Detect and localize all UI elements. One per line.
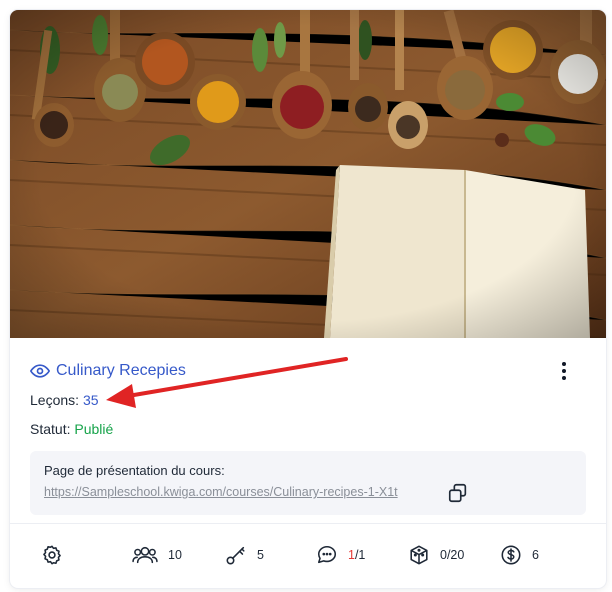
comments-new-count: 1 bbox=[348, 548, 355, 562]
eye-icon bbox=[30, 361, 51, 381]
comments-stat[interactable]: 1/1 bbox=[316, 540, 365, 570]
access-keys-count: 5 bbox=[257, 548, 264, 562]
comments-total-count: /1 bbox=[354, 548, 366, 562]
status-row: Statut: Publié bbox=[30, 421, 113, 437]
status-label: Statut: bbox=[30, 421, 71, 437]
students-count: 10 bbox=[168, 548, 182, 562]
landing-page-url[interactable]: https://Sampleschool.kwiga.com/courses/C… bbox=[44, 485, 434, 499]
more-vertical-icon[interactable] bbox=[554, 359, 574, 383]
chat-icon bbox=[317, 545, 337, 564]
course-card: Culinary Recepies Leçons: 35 Statut: Pub… bbox=[10, 10, 606, 588]
students-stat[interactable]: 10 bbox=[132, 540, 182, 570]
landing-page-label: Page de présentation du cours: bbox=[44, 463, 225, 478]
dollar-icon bbox=[501, 545, 521, 565]
lessons-row: Leçons: 35 bbox=[30, 392, 99, 408]
lessons-label: Leçons: bbox=[30, 392, 80, 408]
divider bbox=[10, 523, 606, 524]
settings-button[interactable] bbox=[41, 540, 63, 570]
key-icon bbox=[226, 546, 245, 565]
landing-page-box: Page de présentation du cours: https://S… bbox=[30, 451, 586, 515]
course-stats-bar: 10 5 1/1 0/20 6 bbox=[10, 540, 606, 570]
offers-count: 6 bbox=[532, 548, 539, 562]
course-cover-image[interactable] bbox=[10, 10, 606, 338]
comments-count: 1/1 bbox=[348, 548, 365, 562]
course-title[interactable]: Culinary Recepies bbox=[56, 362, 186, 380]
tests-stat[interactable]: 0/20 bbox=[408, 540, 464, 570]
lessons-count-link[interactable]: 35 bbox=[83, 392, 99, 408]
users-icon bbox=[132, 546, 158, 564]
tests-count: 0/20 bbox=[440, 548, 465, 562]
access-keys-stat[interactable]: 5 bbox=[225, 540, 264, 570]
copy-icon[interactable] bbox=[447, 482, 469, 504]
offers-stat[interactable]: 6 bbox=[500, 540, 539, 570]
gear-icon bbox=[43, 545, 61, 565]
status-badge: Publié bbox=[74, 421, 114, 437]
course-title-link[interactable]: Culinary Recepies bbox=[30, 359, 186, 383]
cube-icon bbox=[410, 545, 428, 565]
